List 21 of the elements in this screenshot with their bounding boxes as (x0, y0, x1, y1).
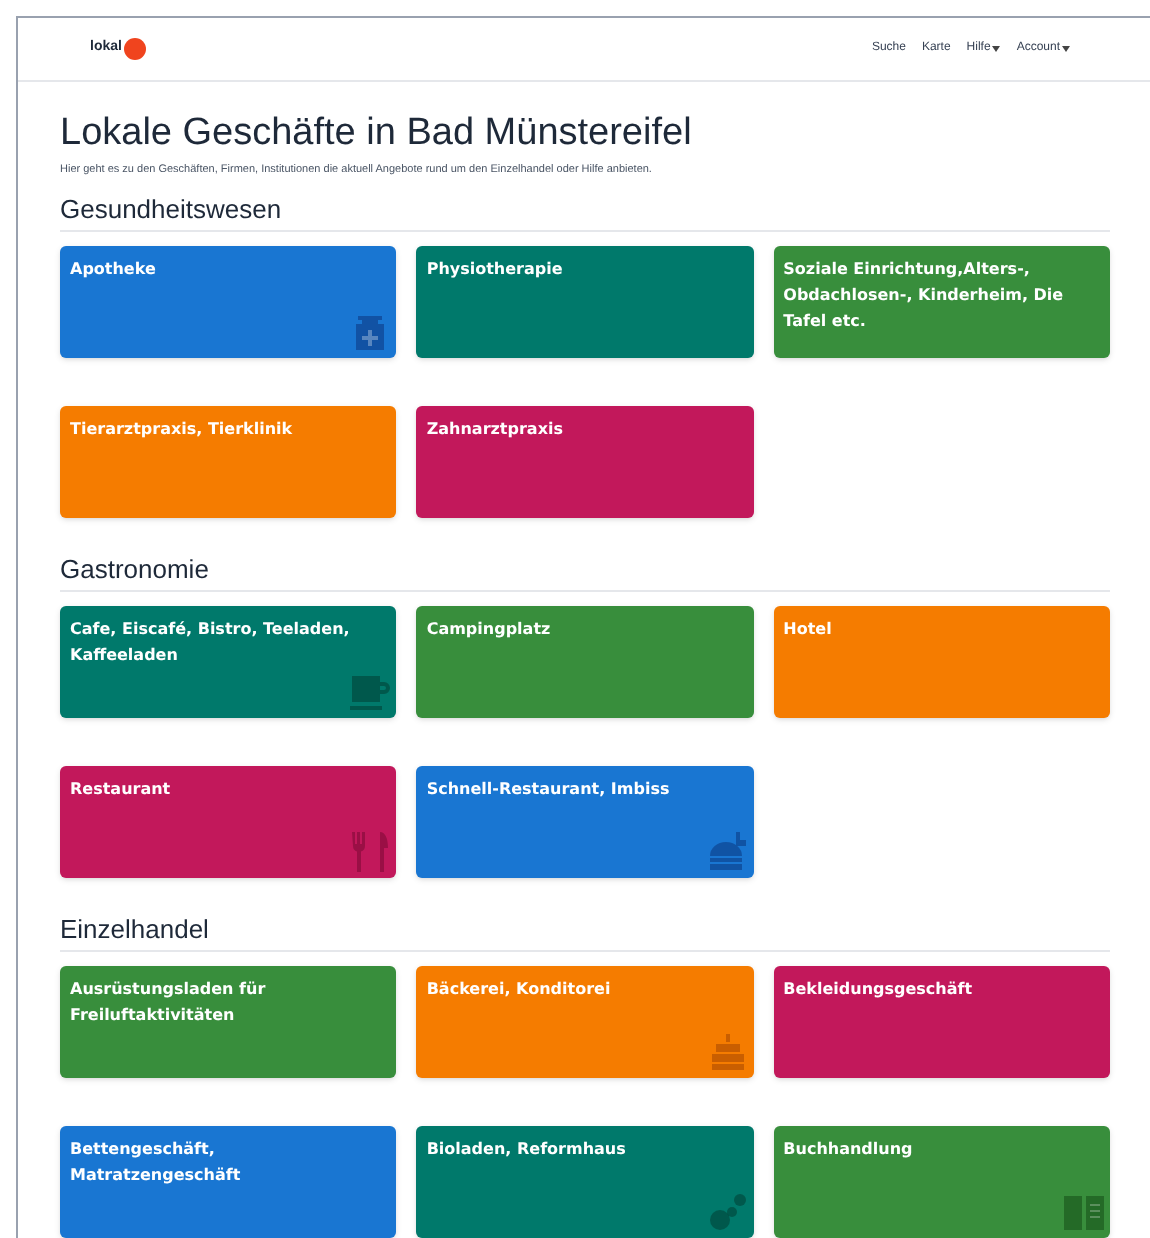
category-tile[interactable]: Tierarztpraxis, Tierklinik (60, 406, 397, 519)
category-tile[interactable]: Zahnarztpraxis (416, 406, 754, 519)
section-heading: Gastronomie (60, 554, 1110, 593)
section-heading: Einzelhandel (60, 914, 1110, 953)
category-tile[interactable]: Physiotherapie (416, 246, 754, 359)
section-heading: Gesundheitswesen (60, 194, 1110, 233)
category-tile[interactable]: Buchhandlung (773, 1126, 1110, 1238)
category-tile[interactable]: Schnell-Restaurant, Imbiss (416, 766, 754, 879)
category-tile[interactable]: Campingplatz (416, 606, 754, 719)
category-tile[interactable]: Bioladen, Reformhaus (416, 1126, 754, 1238)
category-tile[interactable]: Hotel (773, 606, 1110, 719)
category-tile[interactable]: Bäckerei, Konditorei (416, 966, 754, 1079)
category-tile[interactable]: Cafe, Eiscafé, Bistro, Teeladen, Kaffeeladen (60, 606, 397, 719)
category-tile[interactable]: Ausrüstungsladen für Freiluftaktivitäten (60, 966, 397, 1079)
category-tile[interactable]: Restaurant (60, 766, 397, 879)
category-tile[interactable]: Apotheke (60, 246, 397, 359)
category-tile[interactable]: Bekleidungsgeschäft (773, 966, 1110, 1079)
category-tile[interactable]: Bettengeschäft, Matratzengeschäft (60, 1126, 397, 1238)
logo-circle-icon (123, 38, 146, 60)
page-title: Lokale Geschäfte in Bad Münstereifel (60, 110, 694, 158)
category-tile[interactable]: Soziale Einrichtung,Alters-, Obdachlosen-, Kinderheim, Die Tafel etc. (773, 246, 1110, 359)
